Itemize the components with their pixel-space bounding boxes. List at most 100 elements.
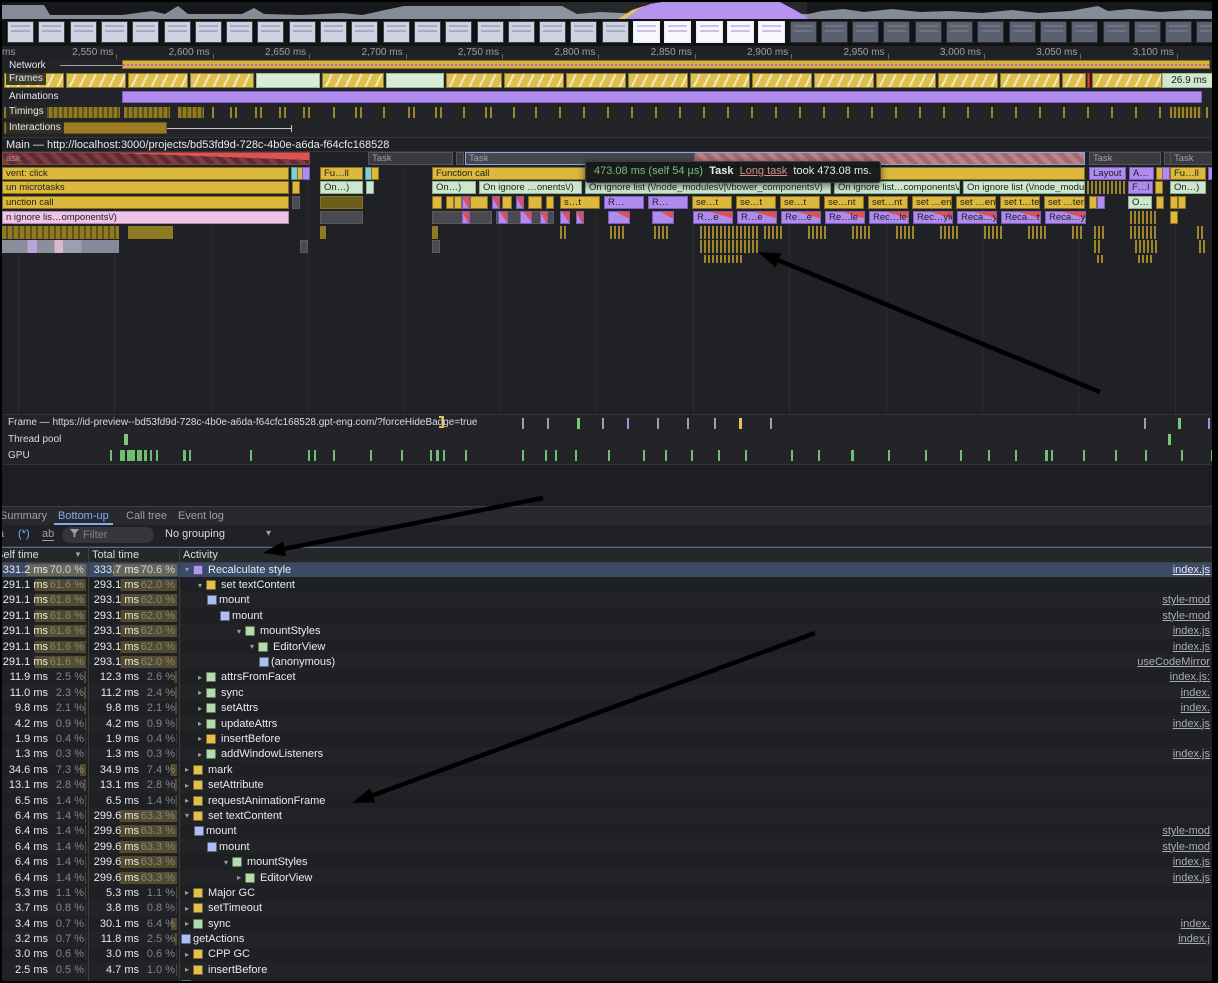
table-row[interactable]: 331.2 ms70.0 %333.7 ms70.6 %▾Recalculate… (2, 562, 1212, 577)
cpu-overview-strip[interactable] (2, 2, 1212, 19)
flame-entry[interactable] (940, 226, 960, 239)
flame-entry[interactable] (1197, 226, 1205, 239)
flame-entry[interactable] (540, 211, 548, 224)
collapse-icon[interactable]: ▾ (233, 627, 245, 636)
flame-entry[interactable] (896, 226, 916, 239)
filmstrip-thumbnail[interactable] (977, 21, 1004, 43)
source-link[interactable]: index.js (1173, 856, 1210, 868)
flame-entry[interactable] (432, 240, 440, 253)
source-link[interactable]: index.js (1173, 748, 1210, 760)
table-row[interactable]: 6.5 ms1.4 %6.5 ms1.4 %▸requestAnimationF… (2, 793, 1212, 808)
source-link[interactable]: index.js: (1170, 671, 1210, 683)
flame-entry[interactable]: F…l (1128, 181, 1153, 194)
table-row[interactable]: 291.1 ms61.6 %293.1 ms62.0 %▾set textCon… (2, 577, 1212, 592)
flame-entry[interactable] (1087, 181, 1125, 194)
filmstrip-thumbnail[interactable] (383, 21, 410, 43)
frame-block[interactable] (322, 73, 384, 88)
table-row[interactable]: 6.4 ms1.4 %299.6 ms63.3 %▸EditorViewinde… (2, 870, 1212, 885)
flame-entry[interactable] (1162, 167, 1170, 180)
flame-entry[interactable]: On ignore list…components\/) (834, 181, 960, 194)
filmstrip-thumbnail[interactable] (539, 21, 566, 43)
filmstrip-thumbnail[interactable] (1040, 21, 1067, 43)
expand-icon[interactable]: ▸ (233, 873, 245, 882)
timings-track[interactable]: Timings (2, 105, 1212, 122)
table-row[interactable]: 291.1 ms61.6 %293.1 ms62.0 %▾EditorViewi… (2, 639, 1212, 654)
column-divider[interactable] (88, 547, 89, 983)
flame-entry[interactable]: On ignore list (\/node_modules\/|\/bower… (963, 181, 1085, 194)
source-link[interactable]: index.js (1173, 872, 1210, 884)
source-link[interactable]: style-mod (1162, 841, 1210, 853)
filmstrip-thumbnail[interactable] (946, 21, 973, 43)
flame-entry[interactable] (502, 196, 512, 209)
flame-entry[interactable] (654, 226, 670, 239)
filmstrip-thumbnail[interactable] (790, 21, 817, 43)
flame-entry[interactable]: On ignore list (\/node_modules\/|\/bower… (585, 181, 831, 194)
tab-summary[interactable]: Summary (0, 507, 51, 525)
filmstrip-thumbnail[interactable] (351, 21, 378, 43)
flame-entry[interactable] (454, 196, 462, 209)
flame-entry[interactable] (1097, 255, 1103, 263)
column-activity[interactable]: Activity (183, 548, 218, 562)
main-thread-header[interactable]: Main — http://localhost:3000/projects/bd… (2, 137, 1212, 152)
flame-entry[interactable] (546, 196, 554, 209)
flame-entry[interactable] (528, 196, 542, 209)
regex-icon[interactable]: (*) (18, 528, 30, 540)
flame-entry[interactable]: On…) (432, 181, 476, 194)
flame-entry[interactable] (371, 167, 379, 180)
grouping-select[interactable]: No grouping (165, 528, 225, 540)
flame-entry[interactable] (292, 181, 300, 194)
flame-entry[interactable]: R… (648, 196, 688, 209)
flame-entry[interactable]: un microtasks (2, 181, 289, 194)
flame-entry[interactable] (520, 211, 532, 224)
frame-block[interactable] (938, 73, 998, 88)
match-whole-word-icon[interactable]: ab (42, 528, 54, 541)
flame-entry[interactable]: Fu…ll (320, 167, 363, 180)
filmstrip-thumbnail[interactable] (289, 21, 316, 43)
flame-entry[interactable] (576, 211, 584, 224)
table-row[interactable]: 1.3 ms0.3 %1.3 ms0.3 %▸addWindowListener… (2, 747, 1212, 762)
flame-entry[interactable]: se…t (736, 196, 776, 209)
flame-entry[interactable] (610, 226, 626, 239)
expand-icon[interactable]: ▸ (181, 904, 193, 913)
collapse-icon[interactable]: ▾ (220, 858, 232, 867)
filmstrip-thumbnail[interactable] (70, 21, 97, 43)
flame-entry[interactable] (1156, 196, 1164, 209)
flame-entry[interactable] (560, 211, 570, 224)
expand-icon[interactable]: ▸ (194, 704, 206, 713)
frame-block[interactable] (628, 73, 688, 88)
flame-entry[interactable]: Task (1170, 152, 1216, 165)
flame-entry[interactable] (704, 255, 744, 263)
chevron-down-icon[interactable]: ▾ (266, 528, 271, 539)
frames-track[interactable]: Frames 26.9 ms (2, 72, 1212, 91)
filmstrip-thumbnail[interactable] (883, 21, 910, 43)
filter-input[interactable]: Filter (62, 527, 154, 543)
expand-icon[interactable]: ▸ (181, 796, 193, 805)
flame-entry[interactable]: On…) (1170, 181, 1206, 194)
flame-entry[interactable] (1028, 226, 1048, 239)
flame-entry[interactable] (1138, 255, 1152, 263)
frame-block[interactable] (876, 73, 936, 88)
flame-entry[interactable] (2, 226, 119, 239)
expand-icon[interactable]: ▸ (194, 734, 206, 743)
table-row[interactable]: 4.2 ms0.9 %4.2 ms0.9 %▸updateAttrsindex.… (2, 716, 1212, 731)
frame-block[interactable] (128, 73, 188, 88)
filmstrip-thumbnail[interactable] (477, 21, 504, 43)
table-row[interactable]: 6.4 ms1.4 %299.6 ms63.3 %▾mountstyle-mod (2, 839, 1212, 854)
flame-entry[interactable]: Task (1089, 152, 1161, 165)
filmstrip-thumbnail[interactable] (696, 21, 723, 43)
source-link[interactable]: style-mod (1162, 594, 1210, 606)
filmstrip-thumbnail[interactable] (1009, 21, 1036, 43)
table-row[interactable]: 6.4 ms1.4 %299.6 ms63.3 %▾mountstyle-mod (2, 824, 1212, 839)
table-row[interactable]: 3.0 ms0.6 %3.0 ms0.6 %▸CPP GC (2, 947, 1212, 962)
flame-entry[interactable] (608, 211, 630, 224)
expand-icon[interactable]: ▸ (181, 950, 193, 959)
source-link[interactable]: index.js (1173, 718, 1210, 730)
filmstrip-track[interactable] (2, 19, 1212, 46)
table-row[interactable]: 1.9 ms0.4 %1.9 ms0.4 %▸insertBefore (2, 731, 1212, 746)
flame-entry[interactable] (492, 196, 500, 209)
collapse-icon[interactable]: ▾ (181, 811, 193, 820)
filmstrip-thumbnail[interactable] (1134, 21, 1161, 43)
filmstrip-thumbnail[interactable] (570, 21, 597, 43)
filmstrip-thumbnail[interactable] (195, 21, 222, 43)
flame-entry[interactable] (852, 226, 872, 239)
